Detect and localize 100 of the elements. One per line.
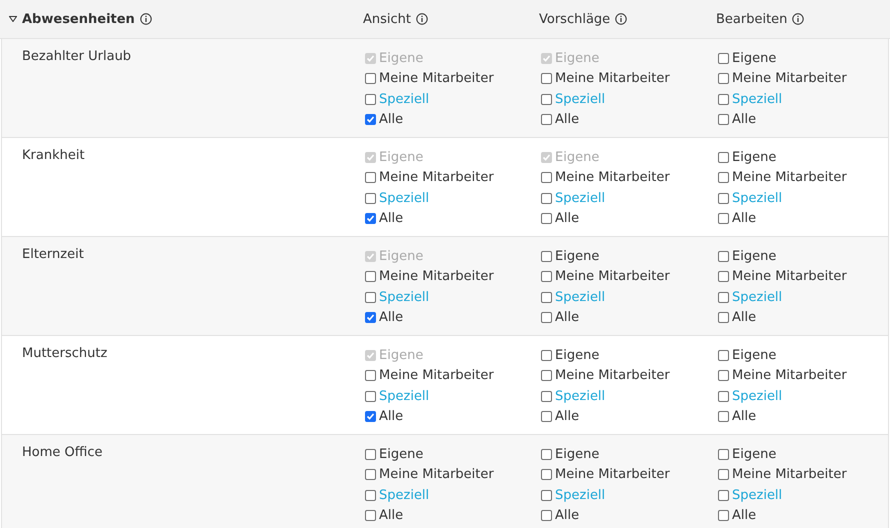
option-link[interactable]: Speziell: [732, 388, 782, 404]
option-label: Alle: [555, 409, 580, 424]
checkbox[interactable]: [365, 213, 376, 224]
checkbox[interactable]: [718, 390, 729, 402]
checkbox[interactable]: [365, 370, 376, 382]
option-link[interactable]: Speziell: [732, 92, 782, 107]
checkbox[interactable]: [365, 469, 376, 480]
option-label: Eigene: [555, 446, 600, 462]
option-label: Alle: [379, 409, 404, 424]
info-icon[interactable]: [615, 13, 628, 25]
checkbox[interactable]: [718, 469, 729, 480]
option-label: Meine Mitarbeiter: [555, 269, 670, 284]
checkbox[interactable]: [365, 172, 376, 184]
checkbox[interactable]: [541, 292, 552, 303]
checkbox[interactable]: [541, 490, 552, 501]
checkbox[interactable]: [365, 94, 376, 105]
checkbox[interactable]: [365, 448, 376, 460]
absence-type: Krankheit: [21, 147, 86, 163]
option-link[interactable]: Speziell: [732, 488, 782, 503]
checkbox[interactable]: [718, 52, 729, 64]
option-label: Alle: [379, 310, 404, 326]
checkbox[interactable]: [718, 172, 729, 184]
column-header: Ansicht: [363, 12, 412, 26]
checkbox[interactable]: [718, 250, 729, 262]
option-link[interactable]: Speziell: [379, 290, 430, 305]
checkbox[interactable]: [365, 114, 376, 126]
checkbox[interactable]: [365, 192, 376, 204]
option-label: Eigene: [732, 150, 776, 165]
checkbox[interactable]: [718, 448, 729, 460]
checkbox[interactable]: [365, 312, 376, 324]
option-label: Alle: [379, 508, 404, 524]
checkbox[interactable]: [541, 312, 552, 324]
section-title: Abwesenheiten: [22, 12, 135, 26]
checkbox[interactable]: [365, 411, 376, 422]
option-label: Alle: [555, 211, 580, 226]
option-link[interactable]: Speziell: [555, 190, 606, 206]
checkbox[interactable]: [541, 448, 552, 460]
checkbox[interactable]: [541, 370, 552, 382]
info-icon[interactable]: [140, 13, 152, 25]
option-label: Eigene: [379, 248, 424, 264]
option-label: Alle: [555, 112, 580, 128]
option-link[interactable]: Speziell: [379, 488, 430, 503]
checkbox[interactable]: [718, 73, 729, 84]
checkbox[interactable]: [718, 510, 729, 522]
option-label: Meine Mitarbeiter: [732, 170, 847, 186]
checkbox[interactable]: [365, 510, 376, 522]
option-link[interactable]: Speziell: [555, 290, 606, 305]
checkbox[interactable]: [541, 114, 552, 126]
checkbox[interactable]: [718, 350, 729, 361]
option-link[interactable]: Speziell: [732, 190, 782, 206]
checkbox[interactable]: [718, 152, 729, 163]
column-header: Bearbeiten: [716, 12, 788, 26]
checkbox[interactable]: [365, 73, 376, 84]
info-icon[interactable]: [792, 13, 804, 25]
option-label: Meine Mitarbeiter: [379, 467, 494, 482]
checkbox[interactable]: [365, 390, 376, 402]
checkbox[interactable]: [541, 94, 552, 105]
checkbox[interactable]: [541, 350, 552, 361]
checkbox[interactable]: [365, 271, 376, 282]
checkbox[interactable]: [541, 271, 552, 282]
option-label: Eigene: [555, 50, 600, 66]
checkbox[interactable]: [365, 490, 376, 501]
checkbox[interactable]: [541, 213, 552, 224]
absence-type: Home Office: [21, 444, 104, 460]
checkbox[interactable]: [718, 213, 729, 224]
checkbox[interactable]: [718, 292, 729, 303]
option-link[interactable]: Speziell: [379, 388, 430, 404]
checkbox[interactable]: [718, 370, 729, 382]
checkbox[interactable]: [718, 192, 729, 204]
checkbox[interactable]: [541, 73, 552, 84]
option-link[interactable]: Speziell: [379, 92, 430, 107]
caret-icon[interactable]: [9, 16, 17, 22]
checkbox[interactable]: [541, 172, 552, 184]
option-label: Eigene: [732, 348, 776, 363]
option-link[interactable]: Speziell: [555, 388, 606, 404]
checkbox[interactable]: [541, 469, 552, 480]
checkbox[interactable]: [541, 250, 552, 262]
option-link[interactable]: Speziell: [555, 488, 606, 503]
checkbox[interactable]: [718, 114, 729, 126]
option-label: Meine Mitarbeiter: [555, 368, 670, 384]
checkbox[interactable]: [541, 192, 552, 204]
option-link[interactable]: Speziell: [379, 190, 430, 206]
absence-type: Elternzeit: [21, 246, 85, 262]
option-label: Alle: [555, 508, 580, 524]
checkbox[interactable]: [718, 271, 729, 282]
option-label: Meine Mitarbeiter: [379, 269, 494, 284]
absence-type: Mutterschutz: [21, 345, 108, 361]
checkbox[interactable]: [718, 312, 729, 324]
checkbox[interactable]: [365, 292, 376, 303]
option-label: Meine Mitarbeiter: [732, 269, 847, 284]
info-icon[interactable]: [416, 13, 428, 25]
checkbox[interactable]: [541, 510, 552, 522]
option-link[interactable]: Speziell: [732, 290, 782, 305]
checkbox[interactable]: [718, 411, 729, 422]
option-link[interactable]: Speziell: [555, 92, 606, 107]
option-label: Meine Mitarbeiter: [732, 467, 847, 482]
checkbox[interactable]: [718, 94, 729, 105]
checkbox[interactable]: [541, 411, 552, 422]
checkbox[interactable]: [541, 390, 552, 402]
checkbox[interactable]: [718, 490, 729, 501]
